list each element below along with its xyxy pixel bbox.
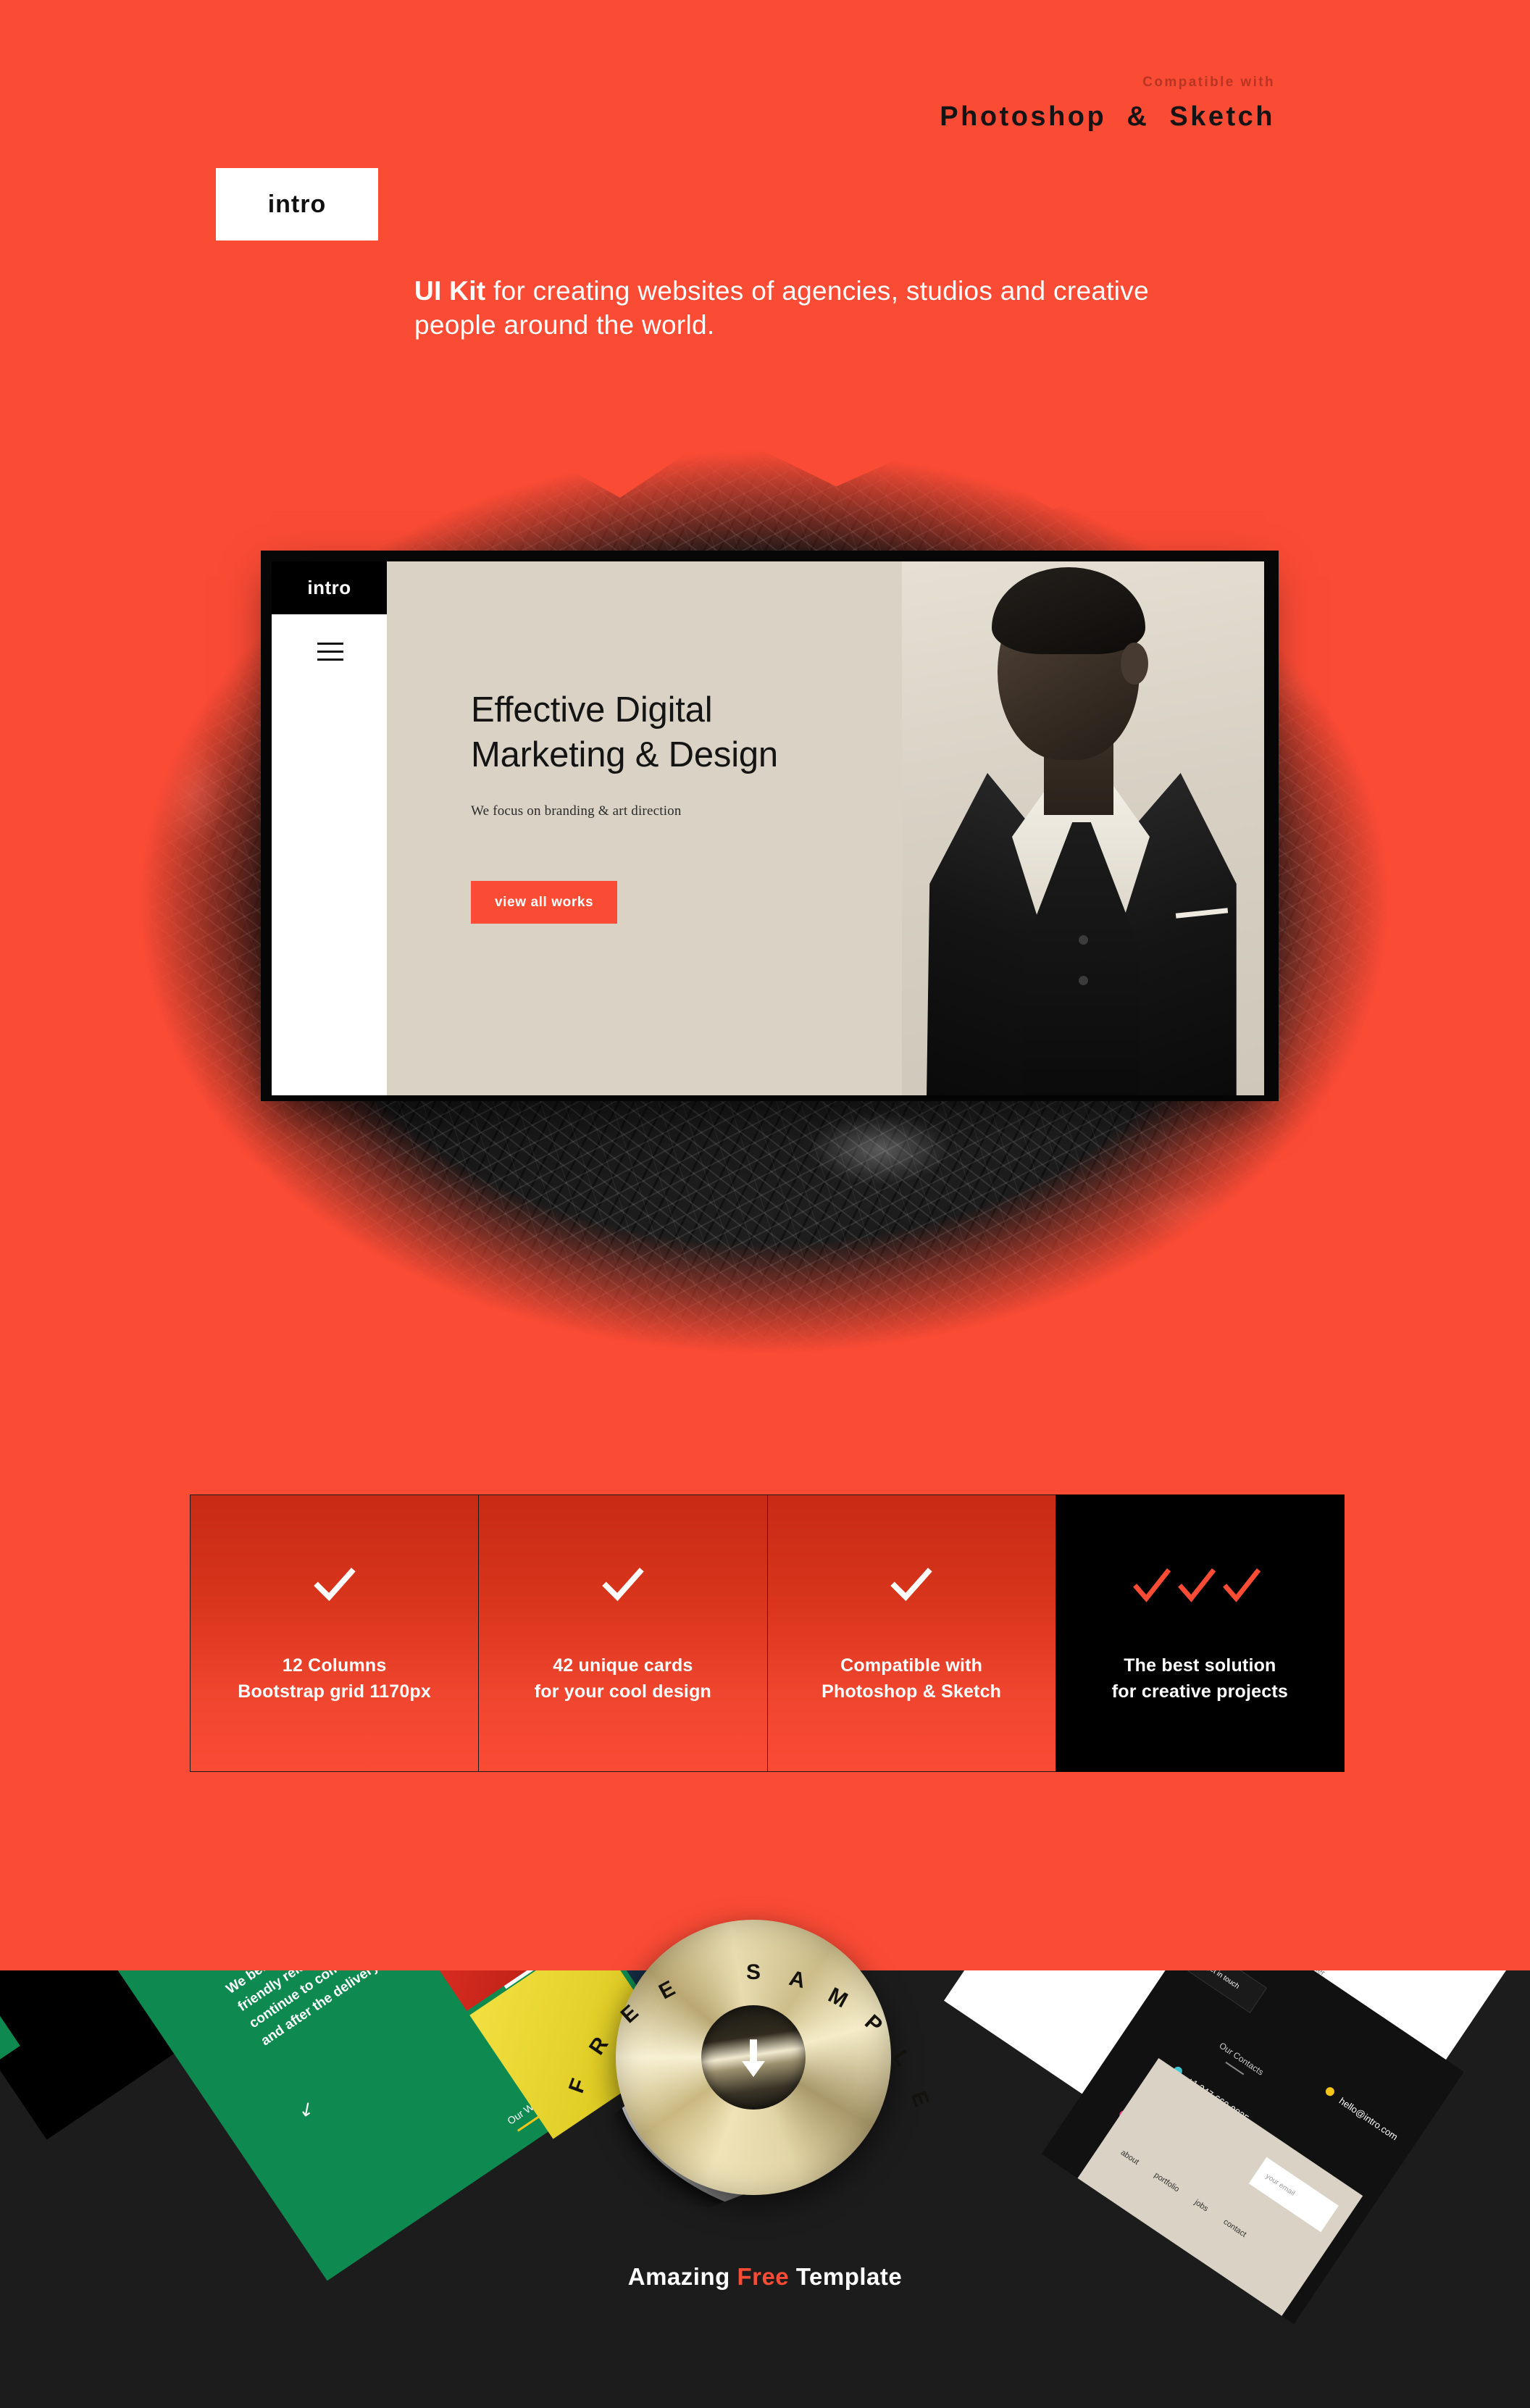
sticker-char: P [860,2010,887,2038]
showcase-left-mockup: intro The Creative We are educated & art… [0,1970,806,2374]
sticker-char: M [824,1983,852,2013]
mockup-title-line1: Effective Digital [471,690,713,729]
tagline-part2: Template [789,2263,903,2290]
compatible-block: Compatible with Photoshop & Sketch [940,75,1275,130]
footer-nav: about portfolio jobs contact [1119,2149,1248,2239]
team-member-name: Mark Andersen [1036,1970,1100,1971]
compatible-apps: Photoshop & Sketch [940,101,1275,132]
compatible-label: Compatible with [1142,75,1275,90]
footer-nav-item[interactable]: jobs [1193,2198,1210,2213]
tagline-part1: Amazing [627,2263,737,2290]
portrait-hair [992,567,1145,654]
intro-badge: intro [216,168,378,241]
email-field-placeholder: your email [1263,2172,1297,2198]
intro-badge-label: intro [267,190,327,218]
feature-card-label: 42 unique cards for your cool design [534,1655,712,1702]
feature-card[interactable]: 12 Columns Bootstrap grid 1170px [190,1494,479,1772]
sticker-char: S [745,1960,761,1984]
headline-rest: for creating websites of agencies, studi… [414,276,1149,340]
feature-card-label: The best solution for creative projects [1111,1655,1288,1702]
feature-cards: 12 Columns Bootstrap grid 1170px 42 uniq… [190,1494,1345,1772]
feature-card-label: 12 Columns Bootstrap grid 1170px [238,1655,432,1702]
mockup-content: Effective Digital Marketing & Design We … [387,561,1264,1095]
mockup-portrait-photo [902,561,1264,1095]
mockup-subtitle: We focus on branding & art direction [471,803,682,819]
headline-strong: UI Kit [414,276,486,306]
website-mockup: intro Effective Digital Marketing & Desi… [272,561,1264,1095]
hamburger-bar [317,643,343,645]
check-icon-group [312,1560,357,1611]
hamburger-icon[interactable] [317,643,343,661]
mockup-logo[interactable]: intro [272,561,387,614]
portrait-vest-button [1079,976,1088,985]
footer-nav-item[interactable]: contact [1221,2217,1247,2239]
feature-card[interactable]: Compatible with Photoshop & Sketch [766,1494,1055,1772]
mockup-copy: Effective Digital Marketing & Design We … [471,688,935,924]
get-in-touch-label: get in touch [1205,1970,1241,1991]
check-icon-group [889,1560,934,1611]
check-icon-group [601,1560,645,1611]
sticker-char: E [655,1976,680,2004]
sticker-inner-circle [701,2004,806,2110]
free-sample-sticker[interactable]: FREE SAMPLE [564,1920,934,2195]
portrait-vest-button [1079,935,1088,945]
hamburger-bar [317,659,343,661]
contact-email[interactable]: hello@intro.com [1337,2095,1400,2142]
tagline-highlight: Free [737,2263,790,2290]
check-icon [1133,1568,1261,1602]
sticker-char: A [787,1965,808,1994]
footer-tagline: Amazing Free Template [0,2263,1530,2291]
dot-marker [1324,2085,1337,2098]
mockup-sidebar: intro [272,561,387,1095]
check-icon-group [1131,1560,1268,1611]
check-icon [313,1568,356,1602]
get-in-touch-button[interactable]: get in touch [1187,1970,1268,2013]
check-icon [890,1568,932,1602]
check-icon [602,1568,644,1602]
mockup-title-line2: Marketing & Design [471,735,778,774]
feature-card-label: Compatible with Photoshop & Sketch [822,1655,1002,1702]
mockup-title: Effective Digital Marketing & Design [471,688,935,777]
footer-nav-item[interactable]: about [1119,2149,1141,2167]
sticker-char [703,1965,715,1990]
feature-card[interactable]: The best solution for creative projects [1055,1494,1345,1772]
portrait-ear [1121,643,1148,685]
feature-card[interactable]: 42 unique cards for your cool design [478,1494,767,1772]
hamburger-bar [317,651,343,653]
view-all-works-button[interactable]: view all works [471,881,618,924]
mockup-logo-label: intro [307,577,351,598]
download-arrow-icon [741,2039,765,2078]
footer-nav-item[interactable]: portfolio [1153,2171,1181,2194]
sticker-char: E [616,2000,643,2028]
page-headline: UI Kit for creating websites of agencies… [414,274,1211,343]
